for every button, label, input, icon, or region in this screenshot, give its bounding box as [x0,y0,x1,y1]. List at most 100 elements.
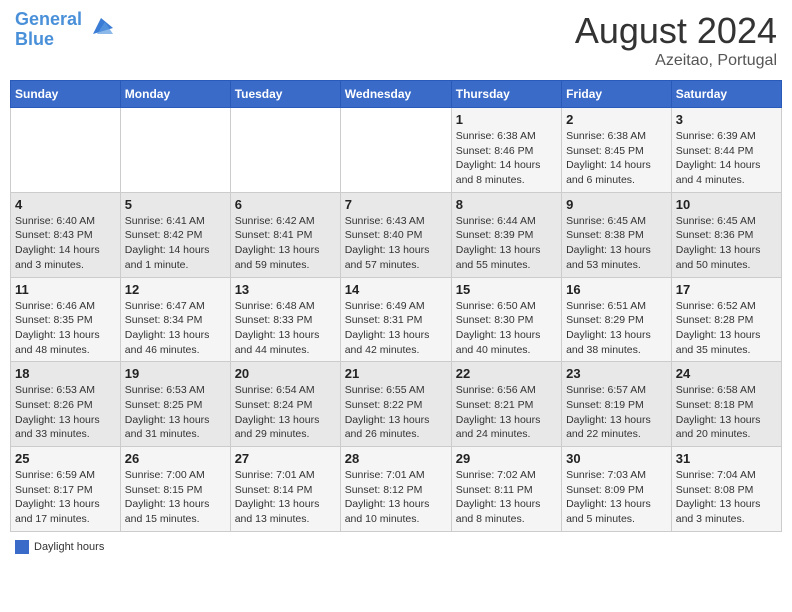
day-cell: 9Sunrise: 6:45 AM Sunset: 8:38 PM Daylig… [562,192,672,277]
day-header-monday: Monday [120,81,230,108]
day-cell: 30 Sunrise: 7:03 AM Sunset: 8:09 PM Dayli… [562,447,672,532]
day-info: Sunrise: 7:01 AM Sunset: 8:14 PM Dayligh… [235,468,336,527]
day-cell: 19Sunrise: 6:53 AM Sunset: 8:25 PM Dayli… [120,362,230,447]
day-info: Sunrise: 6:44 AM Sunset: 8:39 PM Dayligh… [456,214,557,273]
day-info: Sunrise: 6:56 AM Sunset: 8:21 PM Dayligh… [456,383,557,442]
week-row-3: 11 Sunrise: 6:46 AM Sunset: 8:35 PM Dayli… [11,277,782,362]
calendar-header: SundayMondayTuesdayWednesdayThursdayFrid… [11,81,782,108]
day-header-wednesday: Wednesday [340,81,451,108]
day-number: 10 [676,197,777,212]
day-cell [340,108,451,193]
day-cell: 21Sunrise: 6:55 AM Sunset: 8:22 PM Dayli… [340,362,451,447]
day-cell: 4Sunrise: 6:40 AM Sunset: 8:43 PM Daylig… [11,192,121,277]
day-cell: 28 Sunrise: 7:01 AM Sunset: 8:12 PM Dayli… [340,447,451,532]
logo: General Blue [15,10,115,50]
day-header-sunday: Sunday [11,81,121,108]
day-cell: 18Sunrise: 6:53 AM Sunset: 8:26 PM Dayli… [11,362,121,447]
day-headers-row: SundayMondayTuesdayWednesdayThursdayFrid… [11,81,782,108]
day-cell: 8 Sunrise: 6:44 AM Sunset: 8:39 PM Daylig… [451,192,561,277]
day-number: 23 [566,366,667,381]
day-header-thursday: Thursday [451,81,561,108]
day-cell: 23 Sunrise: 6:57 AM Sunset: 8:19 PM Dayli… [562,362,672,447]
day-cell: 17Sunrise: 6:52 AM Sunset: 8:28 PM Dayli… [671,277,781,362]
day-info: Sunrise: 6:57 AM Sunset: 8:19 PM Dayligh… [566,383,667,442]
day-cell: 25 Sunrise: 6:59 AM Sunset: 8:17 PM Dayli… [11,447,121,532]
day-cell: 2Sunrise: 6:38 AM Sunset: 8:45 PM Daylig… [562,108,672,193]
day-info: Sunrise: 6:53 AM Sunset: 8:25 PM Dayligh… [125,383,226,442]
day-info: Sunrise: 6:42 AM Sunset: 8:41 PM Dayligh… [235,214,336,273]
day-info: Sunrise: 6:51 AM Sunset: 8:29 PM Dayligh… [566,299,667,358]
day-cell: 31Sunrise: 7:04 AM Sunset: 8:08 PM Dayli… [671,447,781,532]
day-header-tuesday: Tuesday [230,81,340,108]
day-number: 1 [456,112,557,127]
day-info: Sunrise: 6:39 AM Sunset: 8:44 PM Dayligh… [676,129,777,188]
day-info: Sunrise: 6:40 AM Sunset: 8:43 PM Dayligh… [15,214,116,273]
day-info: Sunrise: 6:54 AM Sunset: 8:24 PM Dayligh… [235,383,336,442]
day-info: Sunrise: 7:03 AM Sunset: 8:09 PM Dayligh… [566,468,667,527]
day-cell: 15 Sunrise: 6:50 AM Sunset: 8:30 PM Dayli… [451,277,561,362]
day-cell: 16Sunrise: 6:51 AM Sunset: 8:29 PM Dayli… [562,277,672,362]
day-cell: 11 Sunrise: 6:46 AM Sunset: 8:35 PM Dayli… [11,277,121,362]
day-number: 5 [125,197,226,212]
day-cell: 5 Sunrise: 6:41 AM Sunset: 8:42 PM Daylig… [120,192,230,277]
day-number: 21 [345,366,447,381]
day-number: 22 [456,366,557,381]
day-info: Sunrise: 6:49 AM Sunset: 8:31 PM Dayligh… [345,299,447,358]
day-number: 14 [345,282,447,297]
day-info: Sunrise: 7:04 AM Sunset: 8:08 PM Dayligh… [676,468,777,527]
day-number: 26 [125,451,226,466]
legend-label: Daylight hours [34,541,104,553]
day-info: Sunrise: 6:59 AM Sunset: 8:17 PM Dayligh… [15,468,116,527]
location: Azeitao, Portugal [575,52,777,70]
day-cell: 14 Sunrise: 6:49 AM Sunset: 8:31 PM Dayli… [340,277,451,362]
day-number: 6 [235,197,336,212]
day-info: Sunrise: 6:38 AM Sunset: 8:45 PM Dayligh… [566,129,667,188]
day-number: 15 [456,282,557,297]
day-cell: 29 Sunrise: 7:02 AM Sunset: 8:11 PM Dayli… [451,447,561,532]
day-number: 11 [15,282,116,297]
day-info: Sunrise: 6:48 AM Sunset: 8:33 PM Dayligh… [235,299,336,358]
day-number: 24 [676,366,777,381]
day-cell: 10 Sunrise: 6:45 AM Sunset: 8:36 PM Dayli… [671,192,781,277]
legend-color-box [15,540,29,554]
day-info: Sunrise: 6:45 AM Sunset: 8:38 PM Dayligh… [566,214,667,273]
day-number: 7 [345,197,447,212]
day-info: Sunrise: 6:58 AM Sunset: 8:18 PM Dayligh… [676,383,777,442]
week-row-1: 1Sunrise: 6:38 AM Sunset: 8:46 PM Daylig… [11,108,782,193]
day-cell: 13 Sunrise: 6:48 AM Sunset: 8:33 PM Dayli… [230,277,340,362]
day-cell: 7 Sunrise: 6:43 AM Sunset: 8:40 PM Daylig… [340,192,451,277]
day-info: Sunrise: 6:45 AM Sunset: 8:36 PM Dayligh… [676,214,777,273]
day-info: Sunrise: 7:01 AM Sunset: 8:12 PM Dayligh… [345,468,447,527]
day-cell [230,108,340,193]
week-row-5: 25 Sunrise: 6:59 AM Sunset: 8:17 PM Dayli… [11,447,782,532]
footer: Daylight hours [10,540,782,554]
day-header-friday: Friday [562,81,672,108]
day-number: 8 [456,197,557,212]
day-info: Sunrise: 6:43 AM Sunset: 8:40 PM Dayligh… [345,214,447,273]
day-number: 20 [235,366,336,381]
day-number: 18 [15,366,116,381]
day-info: Sunrise: 6:50 AM Sunset: 8:30 PM Dayligh… [456,299,557,358]
day-info: Sunrise: 6:41 AM Sunset: 8:42 PM Dayligh… [125,214,226,273]
day-info: Sunrise: 7:00 AM Sunset: 8:15 PM Dayligh… [125,468,226,527]
day-cell: 1Sunrise: 6:38 AM Sunset: 8:46 PM Daylig… [451,108,561,193]
day-header-saturday: Saturday [671,81,781,108]
day-number: 28 [345,451,447,466]
day-number: 3 [676,112,777,127]
day-number: 12 [125,282,226,297]
day-number: 29 [456,451,557,466]
day-number: 30 [566,451,667,466]
day-info: Sunrise: 6:46 AM Sunset: 8:35 PM Dayligh… [15,299,116,358]
day-number: 25 [15,451,116,466]
day-cell: 6 Sunrise: 6:42 AM Sunset: 8:41 PM Daylig… [230,192,340,277]
day-number: 17 [676,282,777,297]
logo-icon [85,12,115,42]
day-info: Sunrise: 7:02 AM Sunset: 8:11 PM Dayligh… [456,468,557,527]
day-cell [11,108,121,193]
day-cell: 12Sunrise: 6:47 AM Sunset: 8:34 PM Dayli… [120,277,230,362]
week-row-2: 4Sunrise: 6:40 AM Sunset: 8:43 PM Daylig… [11,192,782,277]
day-cell: 26 Sunrise: 7:00 AM Sunset: 8:15 PM Dayli… [120,447,230,532]
calendar-table: SundayMondayTuesdayWednesdayThursdayFrid… [10,80,782,532]
day-number: 13 [235,282,336,297]
day-cell [120,108,230,193]
